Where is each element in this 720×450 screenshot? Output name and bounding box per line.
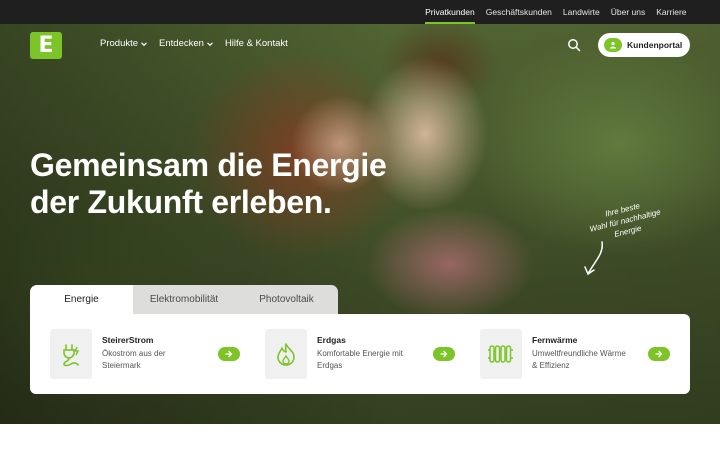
flame-icon xyxy=(265,329,307,379)
main-nav: Produkte Entdecken Hilfe & Kontakt xyxy=(100,38,288,49)
product-tabs: Energie Elektromobilität Photovoltaik xyxy=(30,285,338,314)
segment-nav: Privatkunden Geschäftskunden Landwirte Ü… xyxy=(424,0,687,24)
nav-item-produkte[interactable]: Produkte xyxy=(100,38,148,49)
product-description: Umweltfreundliche Wärme & Effizienz xyxy=(532,349,626,370)
product-card-fernwaerme[interactable]: Fernwärme Umweltfreundliche Wärme & Effi… xyxy=(460,314,675,394)
product-title: Fernwärme xyxy=(532,335,578,345)
chevron-down-icon xyxy=(207,41,213,46)
tab-elektromobilitaet[interactable]: Elektromobilität xyxy=(133,285,235,314)
tab-photovoltaik[interactable]: Photovoltaik xyxy=(235,285,338,314)
product-panel: SteirerStrom Ökostrom aus der Steiermark… xyxy=(30,314,690,394)
user-icon xyxy=(604,38,622,52)
kundenportal-button[interactable]: Kundenportal xyxy=(598,33,690,57)
hero-headline-line2: der Zukunft erleben. xyxy=(30,184,332,220)
segment-link-landwirte[interactable]: Landwirte xyxy=(562,0,600,24)
nav-item-label: Hilfe & Kontakt xyxy=(224,38,288,49)
product-description: Komfortable Energie mit Erdgas xyxy=(317,349,403,370)
arrow-right-icon xyxy=(440,350,448,358)
arrow-right-button[interactable] xyxy=(648,347,670,361)
nav-item-entdecken[interactable]: Entdecken xyxy=(159,38,214,49)
arrow-right-button[interactable] xyxy=(433,347,455,361)
arrow-right-icon xyxy=(655,350,663,358)
tab-energie[interactable]: Energie xyxy=(30,285,133,314)
segment-link-privatkunden[interactable]: Privatkunden xyxy=(424,0,476,24)
hero-headline: Gemeinsam die Energie der Zukunft erlebe… xyxy=(30,147,430,221)
nav-item-hilfe-kontakt[interactable]: Hilfe & Kontakt xyxy=(225,38,288,49)
search-icon[interactable] xyxy=(567,38,581,52)
product-description: Ökostrom aus der Steiermark xyxy=(102,349,166,370)
top-bar: Privatkunden Geschäftskunden Landwirte Ü… xyxy=(0,0,720,24)
product-title: SteirerStrom xyxy=(102,335,154,345)
plug-icon xyxy=(50,329,92,379)
chevron-down-icon xyxy=(141,41,147,46)
arrow-right-icon xyxy=(225,350,233,358)
logo[interactable]: E xyxy=(30,32,62,59)
nav-item-label: Produkte xyxy=(100,38,139,49)
nav-item-label: Entdecken xyxy=(159,38,204,49)
product-card-erdgas[interactable]: Erdgas Komfortable Energie mit Erdgas xyxy=(245,314,460,394)
hero-headline-line1: Gemeinsam die Energie xyxy=(30,147,387,183)
kundenportal-label: Kundenportal xyxy=(627,40,683,50)
product-card-steirerstrom[interactable]: SteirerStrom Ökostrom aus der Steiermark xyxy=(30,314,245,394)
segment-link-karriere[interactable]: Karriere xyxy=(656,0,687,24)
arrow-doodle-icon xyxy=(584,241,603,276)
arrow-right-button[interactable] xyxy=(218,347,240,361)
radiator-icon xyxy=(480,329,522,379)
segment-link-ueber-uns[interactable]: Über uns xyxy=(610,0,646,24)
logo-letter: E xyxy=(38,33,54,58)
product-title: Erdgas xyxy=(317,335,346,345)
segment-link-geschaeftskunden[interactable]: Geschäftskunden xyxy=(485,0,552,24)
